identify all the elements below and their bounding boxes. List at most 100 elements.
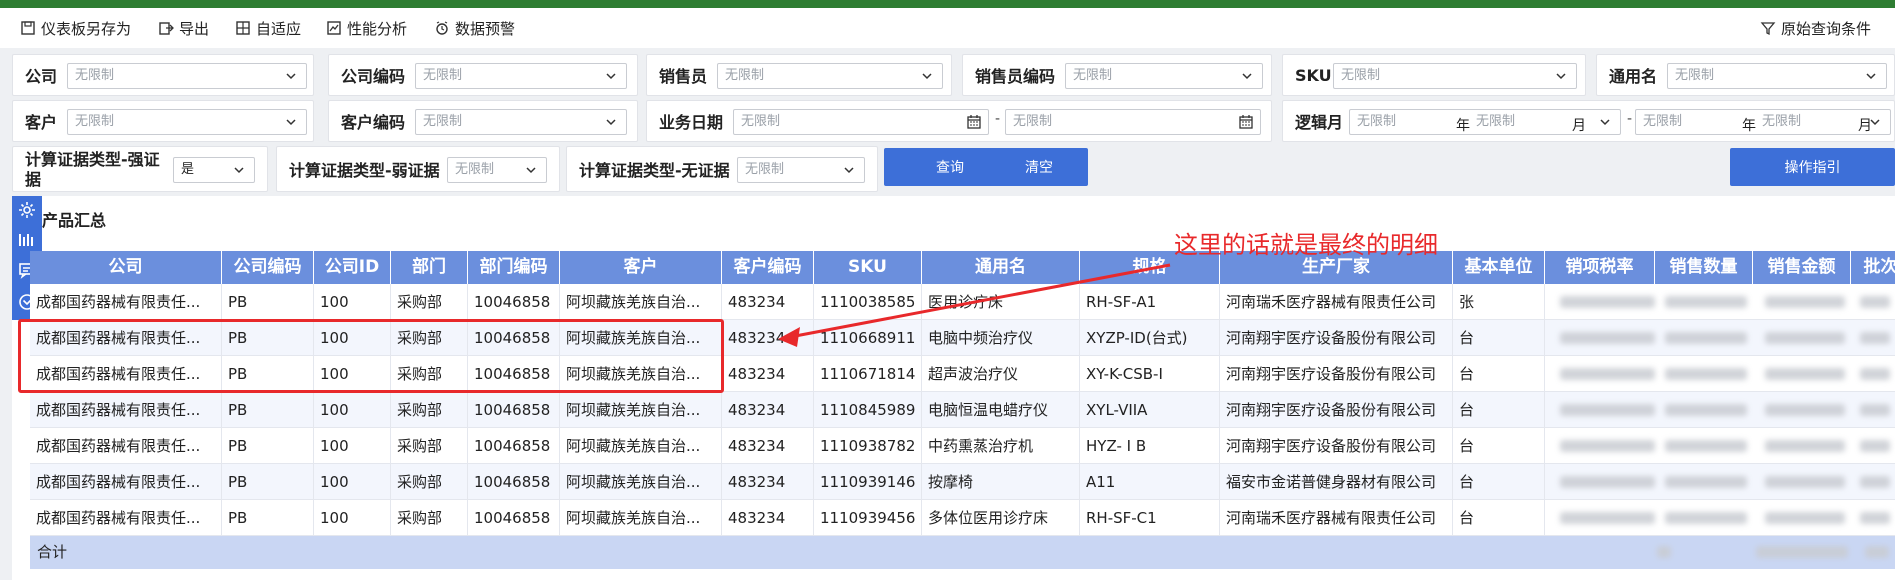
export-button[interactable]: 导出 — [158, 8, 209, 48]
salesperson-placeholder: 无限制 — [725, 68, 765, 83]
column-header[interactable]: 客户编码 — [722, 251, 814, 284]
chevron-down-icon — [1242, 73, 1252, 80]
cell-manufacturer: 福安市金诺普健身器材有限公司 — [1220, 464, 1453, 500]
redacted-value — [1765, 476, 1845, 488]
cell-manufacturer: 河南翔宇医疗设备股份有限公司 — [1220, 320, 1453, 356]
cell-base-unit: 台 — [1453, 464, 1545, 500]
filter-business-date: 业务日期 无限制 - 无限制 — [646, 100, 1272, 142]
cell-base-unit: 台 — [1453, 320, 1545, 356]
cell-company: 成都国药器械有限责任... — [30, 464, 222, 500]
no-evidence-select[interactable]: 无限制 — [737, 157, 865, 183]
generic-name-select[interactable]: 无限制 — [1667, 63, 1887, 89]
cell-company-code: PB — [222, 500, 314, 536]
redacted-value — [1560, 440, 1655, 452]
business-date-start[interactable]: 无限制 — [733, 109, 989, 135]
cell-department: 采购部 — [391, 500, 468, 536]
column-header[interactable]: 部门 — [391, 251, 468, 284]
column-header[interactable]: 客户 — [560, 251, 722, 284]
chevron-down-icon — [922, 73, 932, 80]
column-header[interactable]: 基本单位 — [1453, 251, 1545, 284]
salesperson-code-select[interactable]: 无限制 — [1065, 63, 1263, 89]
filter-salesperson-label: 销售员 — [659, 67, 708, 86]
original-query-button[interactable]: 原始查询条件 — [1760, 8, 1871, 48]
cell-base-unit: 台 — [1453, 392, 1545, 428]
cell-base-unit: 台 — [1453, 428, 1545, 464]
business-date-end[interactable]: 无限制 — [1005, 109, 1261, 135]
table-row[interactable]: 成都国药器械有限责任... PB 100 采购部 10046858 阿坝藏族羌族自治...… — [30, 392, 1895, 428]
cell-sku: 1110671814 — [814, 356, 922, 392]
strong-evidence-select[interactable]: 是 — [173, 157, 255, 183]
column-header[interactable]: 销项税率 — [1545, 251, 1655, 284]
cell-generic-name: 电脑恒温电蜡疗仪 — [922, 392, 1080, 428]
gear-icon[interactable] — [17, 200, 37, 220]
cell-manufacturer: 河南瑞禾医疗器械有限责任公司 — [1220, 500, 1453, 536]
weak-evidence-select[interactable]: 无限制 — [447, 157, 547, 183]
column-header[interactable]: 公司ID — [314, 251, 391, 284]
save-dashboard-button[interactable]: 仪表板另存为 — [20, 8, 131, 48]
strong-evidence-value: 是 — [181, 162, 195, 177]
customer-select[interactable]: 无限制 — [67, 109, 307, 135]
cell-company-code: PB — [222, 428, 314, 464]
redacted-value — [1665, 512, 1747, 524]
column-header[interactable]: 公司编码 — [222, 251, 314, 284]
clear-button[interactable]: 清空 — [990, 148, 1088, 186]
panel-title: 产品汇总 — [42, 211, 107, 230]
filter-logic-month-label: 逻辑月 — [1295, 113, 1344, 132]
chevron-down-icon — [286, 73, 296, 80]
chevron-down-icon — [286, 119, 296, 126]
filter-panel: 公司 无限制 公司编码 无限制 销售员 无限制 销售员编码 无限制 SKU 无限… — [0, 48, 1895, 196]
filter-strong-evidence-label: 计算证据类型-强证 据 — [25, 150, 160, 190]
cell-manufacturer: 河南翔宇医疗设备股份有限公司 — [1220, 428, 1453, 464]
company-code-select[interactable]: 无限制 — [415, 63, 627, 89]
column-header[interactable]: SKU — [814, 251, 922, 284]
cell-company-code: PB — [222, 464, 314, 500]
grid-icon — [236, 21, 250, 35]
cell-department-code: 10046858 — [468, 392, 560, 428]
redacted-value — [1665, 440, 1747, 452]
cell-base-unit: 张 — [1453, 284, 1545, 320]
redacted-value — [1860, 368, 1890, 380]
cell-base-unit: 台 — [1453, 356, 1545, 392]
column-header[interactable]: 批次 — [1851, 251, 1895, 284]
cell-department-code: 10046858 — [468, 464, 560, 500]
column-header[interactable]: 部门编码 — [468, 251, 560, 284]
filter-customer-code: 客户编码 无限制 — [328, 100, 638, 142]
cell-sku: 1110038585 — [814, 284, 922, 320]
adaptive-button[interactable]: 自适应 — [235, 8, 301, 48]
redacted-value — [1865, 546, 1889, 558]
cell-department: 采购部 — [391, 392, 468, 428]
company-select[interactable]: 无限制 — [67, 63, 307, 89]
logic-month-start[interactable]: 无限制 年 无限制 月 — [1349, 109, 1621, 135]
column-header[interactable]: 销售金额 — [1753, 251, 1851, 284]
cell-company-id: 100 — [314, 500, 391, 536]
cell-spec: XY-K-CSB-I — [1080, 356, 1220, 392]
table-row[interactable]: 成都国药器械有限责任... PB 100 采购部 10046858 阿坝藏族羌族自治...… — [30, 428, 1895, 464]
column-header[interactable]: 销售数量 — [1655, 251, 1753, 284]
filter-company-code: 公司编码 无限制 — [328, 54, 638, 96]
column-header[interactable]: 通用名 — [922, 251, 1080, 284]
table-row[interactable]: 成都国药器械有限责任... PB 100 采购部 10046858 阿坝藏族羌族自治...… — [30, 500, 1895, 536]
cell-department: 采购部 — [391, 428, 468, 464]
data-alert-button[interactable]: 数据预警 — [434, 8, 515, 48]
chevron-down-icon — [1870, 119, 1880, 126]
perf-analysis-button[interactable]: 性能分析 — [326, 8, 407, 48]
bars-icon[interactable] — [17, 230, 37, 250]
total-row: 合计 — [30, 536, 1895, 569]
filter-business-date-label: 业务日期 — [659, 113, 724, 132]
filter-generic-name-label: 通用名 — [1609, 67, 1658, 86]
table-row[interactable]: 成都国药器械有限责任... PB 100 采购部 10046858 阿坝藏族羌族自治...… — [30, 464, 1895, 500]
sku-select[interactable]: 无限制 — [1333, 63, 1577, 89]
logic-month-end[interactable]: 无限制 年 无限制 月 — [1635, 109, 1891, 135]
table-row[interactable]: 成都国药器械有限责任... PB 100 采购部 10046858 阿坝藏族羌族自治...… — [30, 284, 1895, 320]
cell-sku: 1110939456 — [814, 500, 922, 536]
logic-month-start-month-placeholder: 无限制 — [1476, 114, 1516, 129]
cell-department-code: 10046858 — [468, 500, 560, 536]
customer-code-select[interactable]: 无限制 — [415, 109, 627, 135]
filter-company-label: 公司 — [25, 67, 58, 86]
cell-generic-name: 按摩椅 — [922, 464, 1080, 500]
logic-month-end-year-placeholder: 无限制 — [1643, 114, 1683, 129]
salesperson-select[interactable]: 无限制 — [717, 63, 943, 89]
column-header[interactable]: 公司 — [30, 251, 222, 284]
cell-customer: 阿坝藏族羌族自治... — [560, 464, 722, 500]
guide-button[interactable]: 操作指引 — [1730, 148, 1895, 186]
